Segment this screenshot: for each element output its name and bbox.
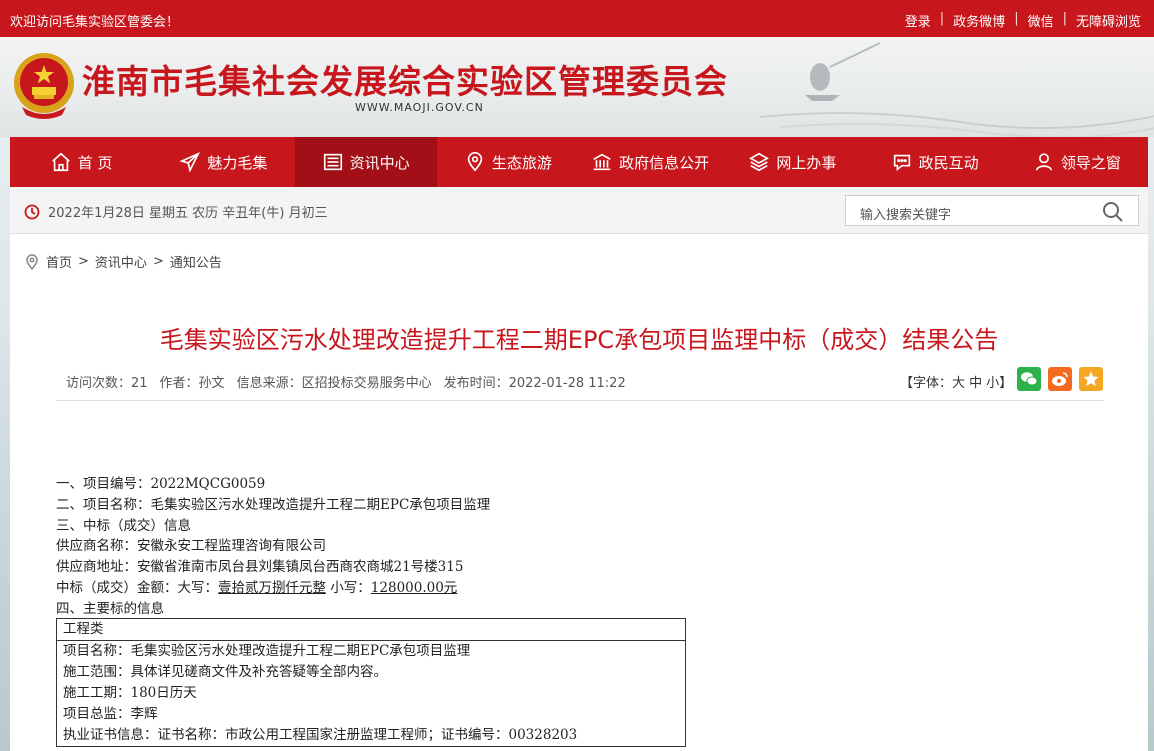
map-pin-icon	[467, 152, 483, 172]
top-links: 登录 | 政务微博 | 微信 | 无障碍浏览	[898, 11, 1148, 30]
wechat-share-button[interactable]	[1017, 367, 1041, 391]
site-url: WWW.MAOJI.GOV.CN	[355, 101, 484, 114]
newspaper-icon	[323, 153, 342, 171]
nav-item-gov-info[interactable]: 政府信息公开	[579, 137, 721, 187]
nav-item-news[interactable]: 资讯中心	[294, 137, 437, 187]
nav-label: 生态旅游	[491, 153, 552, 172]
share-buttons	[1017, 367, 1103, 391]
site-title: 淮南市毛集社会发展综合实验区管理委员会	[82, 62, 728, 101]
nav-label: 资讯中心	[349, 153, 410, 172]
nav-label: 网上办事	[776, 153, 837, 172]
person-icon	[1035, 153, 1053, 171]
separator: |	[1014, 11, 1019, 26]
nav-label: 魅力毛集	[207, 153, 268, 172]
body-line: 三、中标（成交）信息	[56, 517, 191, 534]
project-info-table: 工程类 项目名称：毛集实验区污水处理改造提升工程二期EPC承包项目监理 施工范围…	[56, 618, 686, 747]
table-row: 施工范围：具体详见磋商文件及补充答疑等全部内容。	[63, 664, 387, 680]
table-header: 工程类	[56, 618, 686, 641]
main-nav: 首 页 魅力毛集 资讯中心 生态旅游 政府信息公开 网上办事 政民互动 领导之窗	[10, 137, 1148, 187]
table-body: 项目名称：毛集实验区污水处理改造提升工程二期EPC承包项目监理 施工范围：具体详…	[56, 640, 686, 747]
fisherman-decoration	[760, 42, 1154, 137]
login-link[interactable]: 登录	[898, 11, 938, 30]
author: 作者：孙文	[159, 376, 225, 391]
paper-plane-icon	[179, 152, 201, 173]
wechat-link[interactable]: 微信	[1021, 11, 1061, 30]
article-body: 一、项目编号：2022MQCG0059 二、项目名称：毛集实验区污水处理改造提升…	[56, 474, 490, 620]
weibo-icon	[1052, 372, 1068, 386]
separator: |	[1062, 11, 1067, 26]
info-bar: 2022年1月28日 星期五 农历 辛丑年(牛) 月初三 输入搜索关键字	[10, 187, 1148, 234]
amount-prefix: 中标（成交）金额：大写：	[56, 579, 218, 596]
table-row: 执业证书信息：证书名称：市政公用工程国家注册监理工程师；证书编号：0032820…	[63, 727, 578, 743]
star-icon	[1083, 371, 1099, 386]
breadcrumb-home[interactable]: 首页	[46, 252, 72, 271]
layers-icon	[749, 152, 770, 172]
date-text: 2022年1月28日 星期五 农历 辛丑年(牛) 月初三	[48, 206, 328, 221]
info-source: 信息来源：区招投标交易服务中心	[236, 376, 432, 391]
current-date: 2022年1月28日 星期五 农历 辛丑年(牛) 月初三	[24, 202, 328, 221]
font-size-controls[interactable]: 【字体：大 中 小】	[900, 372, 1012, 391]
nav-item-leaders[interactable]: 领导之窗	[1006, 137, 1148, 187]
clock-icon	[24, 204, 40, 219]
amount-upper: 壹拾贰万捌仟元整	[218, 579, 326, 596]
body-line: 一、项目编号：2022MQCG0059	[56, 476, 266, 492]
nav-label: 政民互动	[918, 153, 979, 172]
breadcrumb-separator: >	[152, 254, 164, 269]
wechat-icon	[1021, 372, 1038, 386]
weibo-share-button[interactable]	[1048, 367, 1072, 391]
nav-label: 领导之窗	[1060, 153, 1121, 172]
nav-item-charm[interactable]: 魅力毛集	[152, 137, 294, 187]
table-row: 项目名称：毛集实验区污水处理改造提升工程二期EPC承包项目监理	[63, 643, 471, 659]
accessibility-link[interactable]: 无障碍浏览	[1069, 11, 1148, 30]
nav-label: 政府信息公开	[619, 153, 710, 172]
nav-item-interaction[interactable]: 政民互动	[864, 137, 1006, 187]
chat-icon	[893, 154, 910, 172]
favorite-button[interactable]	[1079, 367, 1103, 391]
breadcrumb: 首页 > 资讯中心 > 通知公告	[24, 252, 222, 271]
divider	[56, 400, 1104, 401]
article-meta: 访问次数：21 作者：孙文 信息来源：区招投标交易服务中心 发布时间：2022-…	[66, 372, 626, 391]
breadcrumb-news[interactable]: 资讯中心	[95, 252, 147, 271]
body-line: 供应商名称：安徽永安工程监理咨询有限公司	[56, 538, 326, 555]
site-header: 淮南市毛集社会发展综合实验区管理委员会 WWW.MAOJI.GOV.CN	[0, 37, 1154, 137]
welcome-text: 欢迎访问毛集实验区管委会！	[10, 15, 180, 30]
building-icon	[593, 153, 611, 171]
amount-line: 中标（成交）金额：大写：壹拾贰万捌仟元整 小写：128000.00元	[56, 578, 490, 599]
amount-lower: 128000.00元	[370, 579, 458, 596]
nav-label: 首 页	[77, 153, 113, 172]
location-icon	[26, 253, 38, 270]
body-line: 二、项目名称：毛集实验区污水处理改造提升工程二期EPC承包项目监理	[56, 496, 491, 513]
body-line: 四、主要标的信息	[56, 600, 164, 617]
table-row: 项目总监：李辉	[63, 706, 158, 722]
nav-item-online-service[interactable]: 网上办事	[721, 137, 863, 187]
search-placeholder: 输入搜索关键字	[860, 208, 952, 223]
amount-mid: 小写：	[326, 579, 371, 596]
national-emblem-logo[interactable]	[12, 51, 76, 119]
search-icon[interactable]	[1102, 201, 1124, 223]
top-bar: 欢迎访问毛集实验区管委会！ 登录 | 政务微博 | 微信 | 无障碍浏览	[0, 0, 1154, 37]
visit-count: 访问次数：21	[66, 376, 148, 391]
main-content: 首页 > 资讯中心 > 通知公告 毛集实验区污水处理改造提升工程二期EPC承包项…	[10, 234, 1148, 751]
breadcrumb-notices[interactable]: 通知公告	[170, 252, 222, 271]
breadcrumb-separator: >	[78, 254, 89, 269]
table-row: 施工工期：180日历天	[63, 685, 197, 701]
weibo-link[interactable]: 政务微博	[946, 11, 1012, 30]
search-input[interactable]: 输入搜索关键字	[845, 195, 1139, 226]
article-title: 毛集实验区污水处理改造提升工程二期EPC承包项目监理中标（成交）结果公告	[159, 326, 999, 354]
nav-item-tourism[interactable]: 生态旅游	[437, 137, 579, 187]
publish-time: 发布时间：2022-01-28 11:22	[443, 376, 626, 391]
body-line: 供应商地址：安徽省淮南市凤台县刘集镇凤台西商农商城21号楼315	[56, 559, 464, 576]
nav-item-home[interactable]: 首 页	[10, 137, 152, 187]
separator: |	[939, 11, 945, 26]
home-icon	[51, 152, 70, 172]
